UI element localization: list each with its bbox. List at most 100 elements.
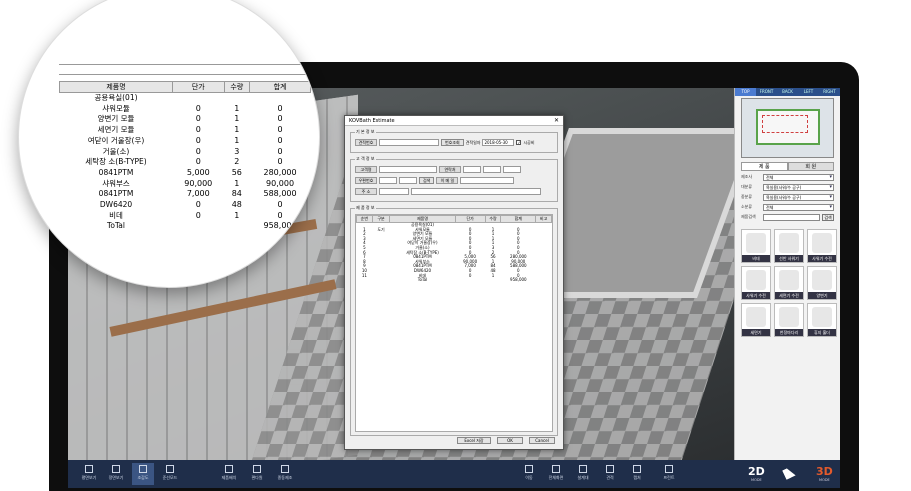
phone-input-3[interactable] (503, 166, 521, 173)
filter-select[interactable]: 욕실용(사워/수 공구) (763, 183, 834, 191)
toolbar-label: 편다원 (251, 475, 263, 480)
magnified-cell: 0 (277, 200, 283, 210)
email-input[interactable] (460, 177, 515, 184)
table-cell-note (536, 278, 552, 283)
product-caption: 휴지 홀더 (808, 329, 836, 336)
install-fee-checkbox[interactable]: ✓ (516, 140, 522, 145)
magnified-cell: 2 (234, 157, 240, 167)
search-input[interactable] (763, 213, 820, 221)
mode-3d-button[interactable]: 3D MODE (816, 465, 833, 482)
toolbar-button[interactable]: 평면보기 (78, 463, 100, 485)
toolbar-button[interactable]: 캡처 (626, 463, 648, 485)
product-item[interactable]: 세면기 (741, 303, 771, 337)
phone-input-1[interactable] (463, 166, 481, 173)
product-item[interactable]: 비데 (741, 229, 771, 263)
magnified-cell: 0 (277, 146, 283, 156)
magnified-cell: 90,000 (266, 178, 295, 188)
filter-label: 소분류 (741, 204, 753, 209)
toolbar-button[interactable]: 견적 (599, 463, 621, 485)
pointer-icon[interactable] (782, 466, 796, 480)
view-tab-front[interactable]: FRONT (756, 88, 777, 96)
mode-2d-button[interactable]: 2D MODE (748, 465, 765, 482)
toolbar-button[interactable]: 설계대 (572, 463, 594, 485)
magnified-row: 비데 0 1 0 (60, 211, 311, 222)
estimate-dialog: KOVBath Estimate ✕ 기 본 정 보 견적번호 번호조회 견적일… (344, 115, 564, 450)
toolbar-button[interactable]: 프린트 (658, 463, 680, 485)
toolbar-icon (225, 465, 233, 473)
lookup-button[interactable]: 번호조회 (441, 139, 464, 146)
mode-2d-sub: MODE (751, 478, 762, 482)
magnified-cell: 0841PTM (98, 167, 134, 177)
tab-members[interactable]: 회 원 (787, 162, 834, 171)
view-tab-back[interactable]: BACK (777, 88, 798, 96)
dialog-title: KOVBath Estimate (349, 118, 395, 124)
product-grid: 비데 선반 사워기 사워기 수전 사워기 수전 세면기 수전 양변기 세면기 천정마다리 휴지 … (741, 229, 837, 337)
filter-select[interactable]: 욕실용(사워/수 공구) (763, 193, 834, 201)
toolbar-button[interactable]: 준선모드 (159, 463, 181, 485)
customer-name-label: 고객명 (355, 166, 377, 173)
product-item[interactable]: 사워기 수전 (741, 266, 771, 300)
address-input-2[interactable] (411, 188, 541, 195)
filter-select[interactable]: 전체 (763, 173, 834, 181)
product-item[interactable]: 선반 사워기 (774, 229, 804, 263)
estimate-no-input[interactable] (379, 139, 439, 146)
toolbar-button[interactable]: 전체화면 (545, 463, 567, 485)
toolbar-button[interactable]: 이동 (518, 463, 540, 485)
magnified-cell: 280,000 (263, 167, 297, 177)
search-row: 제품검색 검색 (741, 213, 834, 221)
product-item[interactable]: 사워기 수전 (807, 229, 837, 263)
table-row[interactable]: ToTal 958,000 (357, 278, 552, 283)
group-legend: 제 품 정 보 (355, 205, 376, 211)
address-input-1[interactable] (379, 188, 409, 195)
group-legend: 고 객 정 보 (355, 156, 376, 162)
toolbar-button[interactable]: 제품배치 (218, 463, 240, 485)
email-label: 이 메 일 (436, 177, 459, 184)
customer-name-input[interactable] (379, 166, 437, 173)
magnified-cell: 1 (234, 103, 240, 113)
toolbar-button[interactable]: 조감도 (132, 463, 154, 485)
product-thumbnail (779, 233, 799, 253)
table-header: 순번 (356, 215, 373, 223)
view-tab-left[interactable]: LEFT (798, 88, 819, 96)
magnified-cell: 0 (195, 103, 201, 113)
toolbar-button[interactable]: 정면보기 (105, 463, 127, 485)
minimap[interactable] (741, 98, 834, 158)
tab-products[interactable]: 제 품 (741, 162, 788, 171)
install-fee-label: 시공비 (523, 139, 535, 145)
close-icon[interactable]: ✕ (554, 116, 559, 126)
toolbar-label: 정면보기 (108, 475, 124, 480)
toolbar-icon (166, 465, 174, 473)
toolbar-label: 견적 (606, 475, 614, 480)
bottom-toolbar: 2D MODE 3D MODE 평면보기 정면보기 조감도 준선모드 제품배치 편다원 종동… (68, 460, 840, 488)
filter-select[interactable]: 전체 (763, 203, 834, 211)
phone-input-2[interactable] (483, 166, 501, 173)
zip-search-button[interactable]: 검색 (419, 177, 435, 184)
product-item[interactable]: 휴지 홀더 (807, 303, 837, 337)
view-tabs: TOP FRONT BACK LEFT RIGHT (735, 88, 840, 96)
toolbar-button[interactable]: 종동제조 (274, 463, 296, 485)
product-item[interactable]: 세면기 수전 (774, 266, 804, 300)
date-picker[interactable]: 2018-05-30 (482, 139, 515, 146)
toolbar-label: 제품배치 (221, 475, 237, 480)
zip-input-2[interactable] (399, 177, 417, 184)
zip-input-1[interactable] (379, 177, 397, 184)
product-item[interactable]: 천정마다리 (774, 303, 804, 337)
search-button[interactable]: 검색 (822, 213, 834, 221)
toolbar-label: 종동제조 (277, 475, 293, 480)
view-tab-top[interactable]: TOP (735, 88, 756, 96)
basic-info-group: 기 본 정 보 견적번호 번호조회 견적일자 2018-05-30 ✓ 시공비 (350, 129, 558, 153)
magnified-form-lines (59, 55, 311, 75)
view-tab-right[interactable]: RIGHT (819, 88, 840, 96)
toolbar-button[interactable]: 편다원 (246, 463, 268, 485)
toolbar-icon (525, 465, 533, 473)
cancel-button[interactable]: Cancel (529, 437, 555, 444)
magnified-cell: 0 (277, 210, 283, 220)
magnified-cell (250, 93, 311, 104)
toolbar-icon (579, 465, 587, 473)
estimate-table-box[interactable]: 순번 구분 제품명 단가 수량 합계 비고 공용욕실(01) 1 도기 샤워모듈 0 1 0 2 양변기 모… (355, 214, 553, 432)
product-item[interactable]: 양변기 (807, 266, 837, 300)
toolbar-icon (606, 465, 614, 473)
excel-save-button[interactable]: Excel 저장 (457, 437, 491, 444)
right-panel: TOPFRONTBACKLEFTRIGHT 제 품 회 원 제조사전체대분류욕실… (734, 88, 840, 460)
ok-button[interactable]: OK (497, 437, 523, 444)
